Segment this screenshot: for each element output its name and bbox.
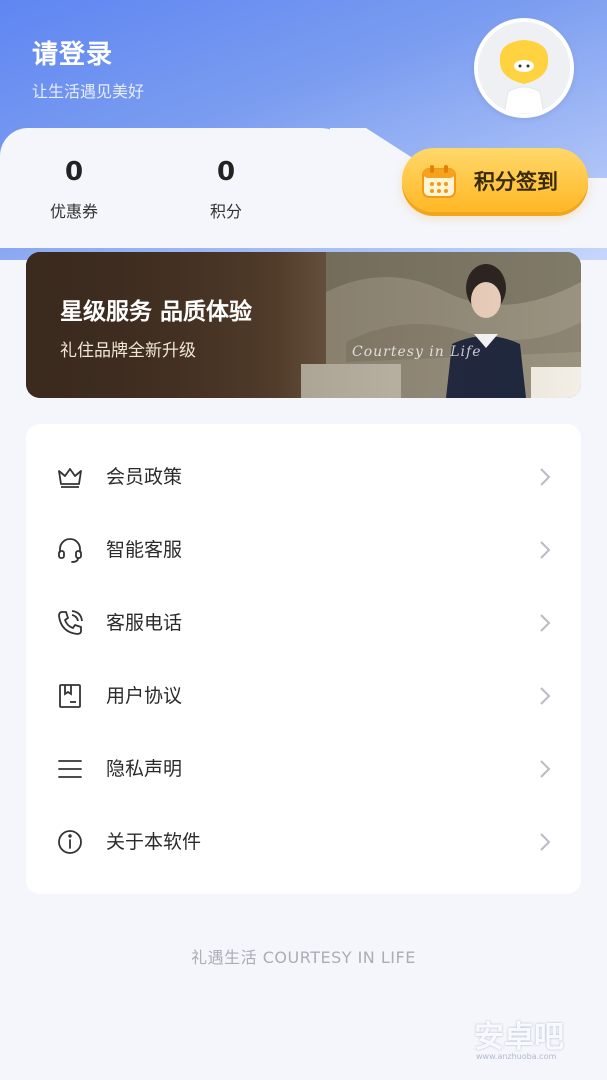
- document-icon: [56, 682, 84, 710]
- menu-item-member-policy[interactable]: 会员政策: [26, 441, 581, 513]
- chevron-right-icon: [539, 467, 551, 487]
- login-title[interactable]: 请登录: [32, 34, 113, 71]
- footer-brand: 礼遇生活 COURTESY IN LIFE: [191, 948, 416, 967]
- coupons-stat[interactable]: 0 优惠券: [24, 152, 124, 222]
- list-icon: [56, 755, 84, 783]
- coupons-label: 优惠券: [49, 202, 98, 221]
- points-count: 0: [216, 157, 236, 187]
- header-subtitle: 让生活遇见美好: [32, 82, 145, 101]
- settings-menu: 会员政策 智能客服 客服电话 用户协议 隐私声明 关于本软件: [26, 424, 581, 894]
- watermark-text: 安卓吧: [474, 1020, 564, 1055]
- phone-icon: [56, 609, 84, 637]
- menu-label: 关于本软件: [106, 831, 202, 853]
- points-label: 积分: [209, 202, 242, 221]
- avatar[interactable]: [474, 18, 574, 118]
- promo-banner[interactable]: 星级服务 品质体验 礼住品牌全新升级 Courtesy in Life: [26, 252, 581, 398]
- chevron-right-icon: [539, 613, 551, 633]
- banner-title: 星级服务 品质体验: [60, 299, 253, 325]
- chevron-right-icon: [539, 759, 551, 779]
- banner-script-text: Courtesy in Life: [352, 344, 482, 360]
- menu-label: 会员政策: [106, 466, 183, 488]
- watermark-url: www.anzhuoba.com: [476, 1052, 557, 1061]
- menu-item-user-agreement[interactable]: 用户协议: [26, 660, 581, 732]
- watermark-logo: 安卓吧 www.anzhuoba.com: [474, 1012, 584, 1062]
- menu-item-service-phone[interactable]: 客服电话: [26, 587, 581, 659]
- menu-item-smart-service[interactable]: 智能客服: [26, 514, 581, 586]
- avatar-image: [478, 22, 570, 114]
- menu-label: 智能客服: [106, 539, 183, 561]
- menu-label: 用户协议: [106, 685, 183, 707]
- points-signin-button[interactable]: 积分签到: [402, 148, 588, 212]
- menu-label: 隐私声明: [106, 758, 183, 780]
- points-stat[interactable]: 0 积分: [176, 152, 276, 222]
- chevron-right-icon: [539, 540, 551, 560]
- signin-label: 积分签到: [474, 170, 558, 194]
- banner-subtitle: 礼住品牌全新升级: [60, 341, 196, 361]
- headset-icon: [56, 536, 84, 564]
- coupons-count: 0: [64, 157, 84, 187]
- calendar-icon: [420, 162, 458, 200]
- chevron-right-icon: [539, 832, 551, 852]
- chevron-right-icon: [539, 686, 551, 706]
- menu-item-about[interactable]: 关于本软件: [26, 806, 581, 878]
- info-icon: [56, 828, 84, 856]
- menu-item-privacy[interactable]: 隐私声明: [26, 733, 581, 805]
- crown-icon: [56, 463, 84, 491]
- menu-label: 客服电话: [106, 612, 183, 634]
